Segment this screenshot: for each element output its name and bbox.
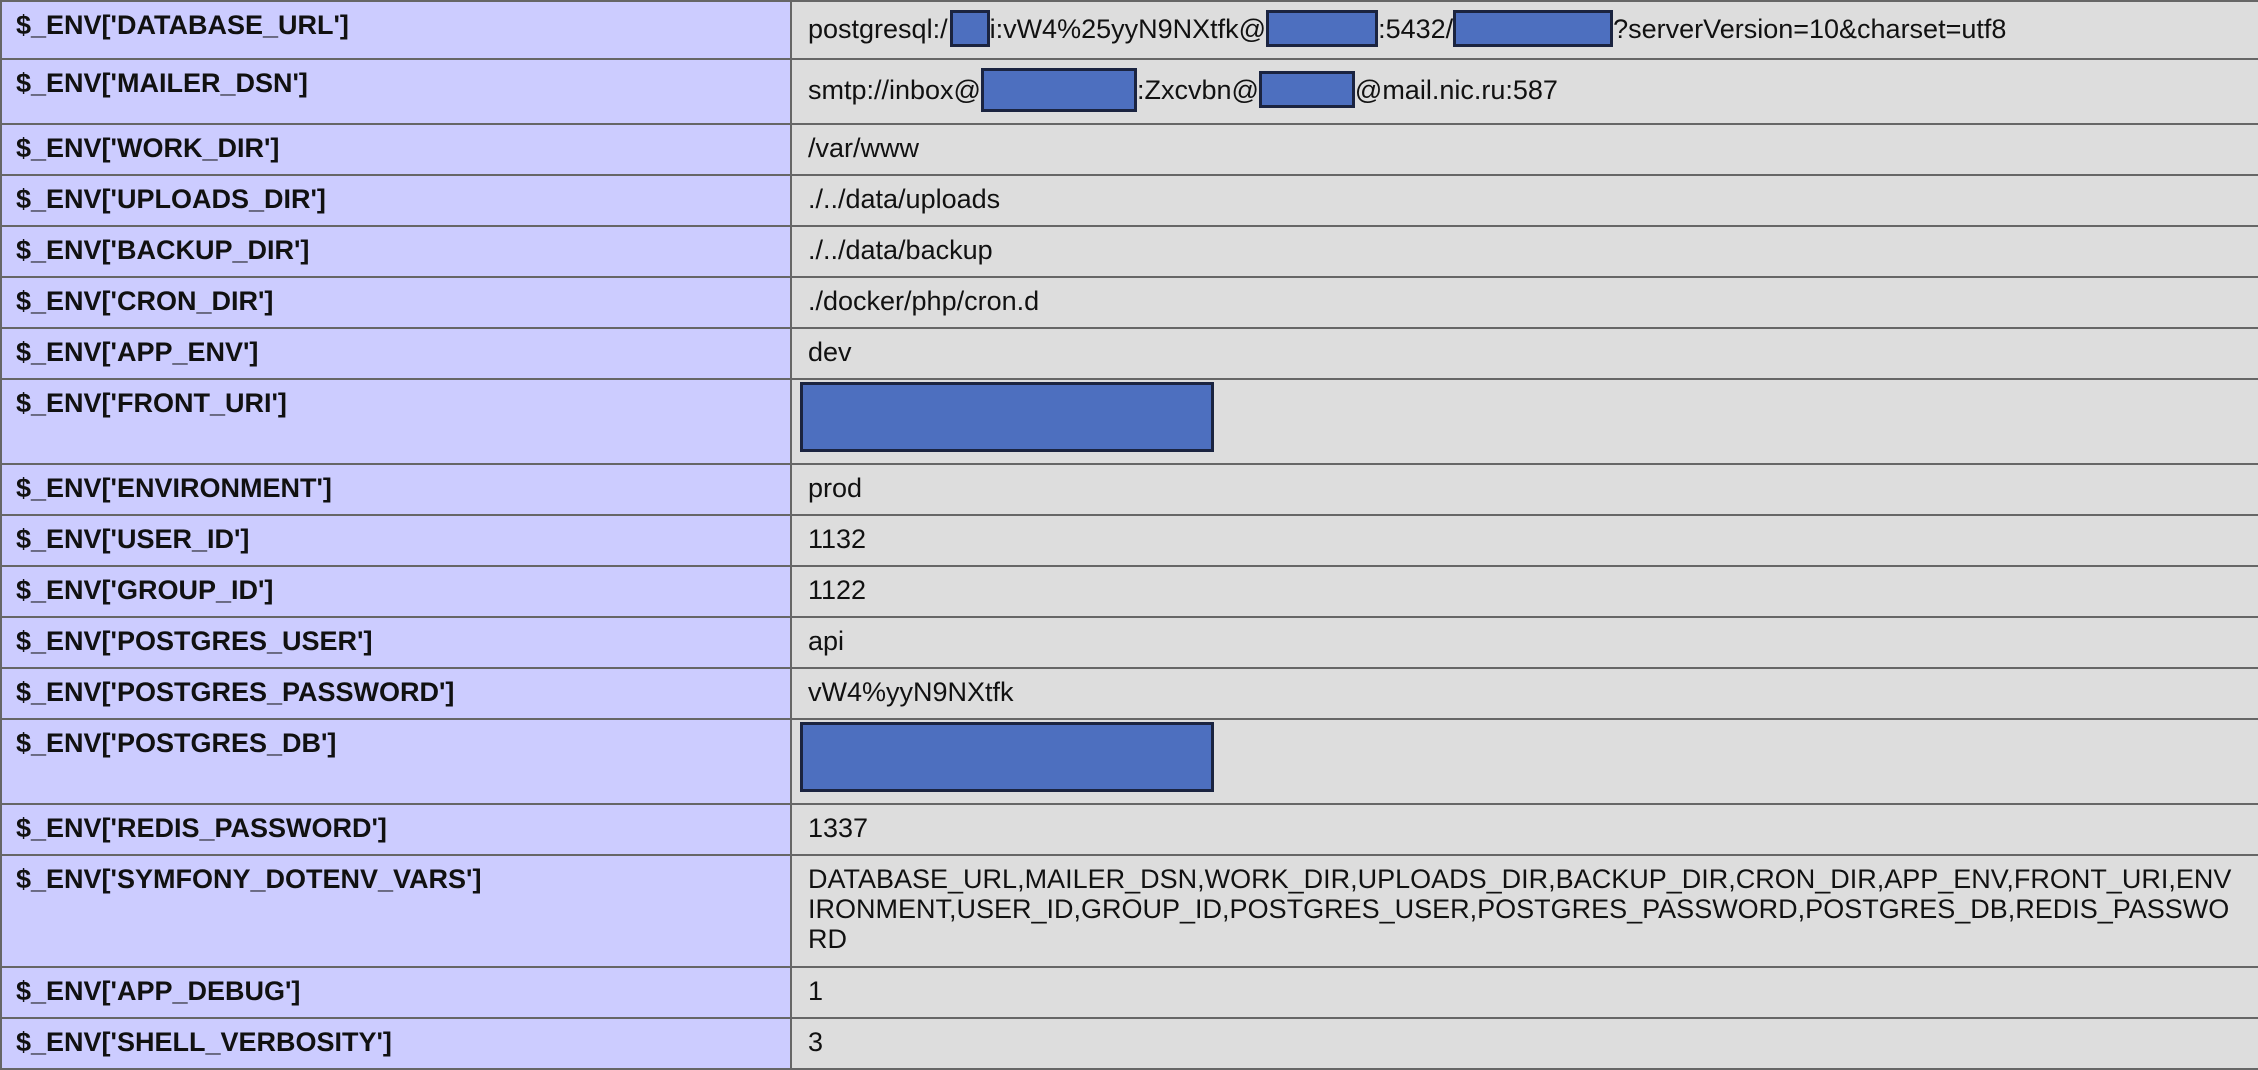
- table-row: $_ENV['REDIS_PASSWORD'] 1337: [0, 803, 2258, 856]
- env-value: ./../data/uploads: [790, 174, 2258, 227]
- value-text: postgresql:/: [808, 14, 948, 44]
- env-key: $_ENV['USER_ID']: [0, 514, 792, 567]
- env-value: /var/www: [790, 123, 2258, 176]
- value-text: smtp://inbox@: [808, 75, 981, 105]
- table-row: $_ENV['APP_ENV'] dev: [0, 327, 2258, 380]
- env-key: $_ENV['APP_DEBUG']: [0, 966, 792, 1019]
- env-key: $_ENV['DATABASE_URL']: [0, 0, 792, 60]
- env-value: DATABASE_URL,MAILER_DSN,WORK_DIR,UPLOADS…: [790, 854, 2258, 968]
- env-value: 1122: [790, 565, 2258, 618]
- env-value: api: [790, 616, 2258, 669]
- env-value: vW4%yyN9NXtfk: [790, 667, 2258, 720]
- table-row: $_ENV['POSTGRES_USER'] api: [0, 616, 2258, 669]
- value-text: @mail.nic.ru:587: [1354, 75, 1558, 105]
- env-key: $_ENV['WORK_DIR']: [0, 123, 792, 176]
- redaction-box: [800, 382, 1214, 452]
- env-value: 1337: [790, 803, 2258, 856]
- value-text: :Zxcvbn@: [1136, 75, 1259, 105]
- env-key: $_ENV['ENVIRONMENT']: [0, 463, 792, 516]
- env-value: 1: [790, 966, 2258, 1019]
- env-key: $_ENV['CRON_DIR']: [0, 276, 792, 329]
- env-key: $_ENV['UPLOADS_DIR']: [0, 174, 792, 227]
- env-key: $_ENV['POSTGRES_PASSWORD']: [0, 667, 792, 720]
- table-row: $_ENV['CRON_DIR'] ./docker/php/cron.d: [0, 276, 2258, 329]
- table-row: $_ENV['SHELL_VERBOSITY'] 3: [0, 1017, 2258, 1070]
- table-row: $_ENV['UPLOADS_DIR'] ./../data/uploads: [0, 174, 2258, 227]
- table-row: $_ENV['FRONT_URI']: [0, 378, 2258, 465]
- env-value: ./docker/php/cron.d: [790, 276, 2258, 329]
- table-row: $_ENV['DATABASE_URL'] postgresql:/ i:vW4%…: [0, 0, 2258, 60]
- env-key: $_ENV['POSTGRES_DB']: [0, 718, 792, 805]
- redaction-box: [1453, 10, 1614, 47]
- env-value: dev: [790, 327, 2258, 380]
- table-row: $_ENV['POSTGRES_PASSWORD'] vW4%yyN9NXtfk: [0, 667, 2258, 720]
- value-text: i:vW4%25yyN9NXtfk@: [989, 14, 1267, 44]
- redaction-box: [1266, 10, 1379, 47]
- table-row: $_ENV['WORK_DIR'] /var/www: [0, 123, 2258, 176]
- env-key: $_ENV['BACKUP_DIR']: [0, 225, 792, 278]
- env-value: ./../data/backup: [790, 225, 2258, 278]
- env-variables-table: $_ENV['DATABASE_URL'] postgresql:/ i:vW4%…: [0, 0, 2258, 1070]
- env-value: [790, 378, 2258, 465]
- table-row: $_ENV['POSTGRES_DB']: [0, 718, 2258, 805]
- redaction-box: [1258, 71, 1355, 108]
- table-row: $_ENV['USER_ID'] 1132: [0, 514, 2258, 567]
- redaction-box: [800, 722, 1214, 792]
- env-key: $_ENV['MAILER_DSN']: [0, 58, 792, 125]
- value-text: :5432/: [1378, 14, 1454, 44]
- redaction-box: [980, 68, 1137, 112]
- table-row: $_ENV['MAILER_DSN'] smtp://inbox@ :Zxcvbn…: [0, 58, 2258, 125]
- env-value: smtp://inbox@ :Zxcvbn@ @mail.nic.ru:587: [790, 58, 2258, 125]
- env-value: 3: [790, 1017, 2258, 1070]
- env-key: $_ENV['FRONT_URI']: [0, 378, 792, 465]
- env-value: postgresql:/ i:vW4%25yyN9NXtfk@ :5432/ ?ser…: [790, 0, 2258, 60]
- table-row: $_ENV['BACKUP_DIR'] ./../data/backup: [0, 225, 2258, 278]
- env-value: prod: [790, 463, 2258, 516]
- table-row: $_ENV['APP_DEBUG'] 1: [0, 966, 2258, 1019]
- table-row: $_ENV['ENVIRONMENT'] prod: [0, 463, 2258, 516]
- table-row: $_ENV['SYMFONY_DOTENV_VARS'] DATABASE_UR…: [0, 854, 2258, 968]
- env-key: $_ENV['SHELL_VERBOSITY']: [0, 1017, 792, 1070]
- table-row: $_ENV['GROUP_ID'] 1122: [0, 565, 2258, 618]
- value-text: ?serverVersion=10&charset=utf8: [1613, 14, 2007, 44]
- redaction-box: [949, 10, 990, 47]
- env-key: $_ENV['APP_ENV']: [0, 327, 792, 380]
- env-value: [790, 718, 2258, 805]
- env-value: 1132: [790, 514, 2258, 567]
- env-key: $_ENV['POSTGRES_USER']: [0, 616, 792, 669]
- env-key: $_ENV['SYMFONY_DOTENV_VARS']: [0, 854, 792, 968]
- env-key: $_ENV['REDIS_PASSWORD']: [0, 803, 792, 856]
- env-key: $_ENV['GROUP_ID']: [0, 565, 792, 618]
